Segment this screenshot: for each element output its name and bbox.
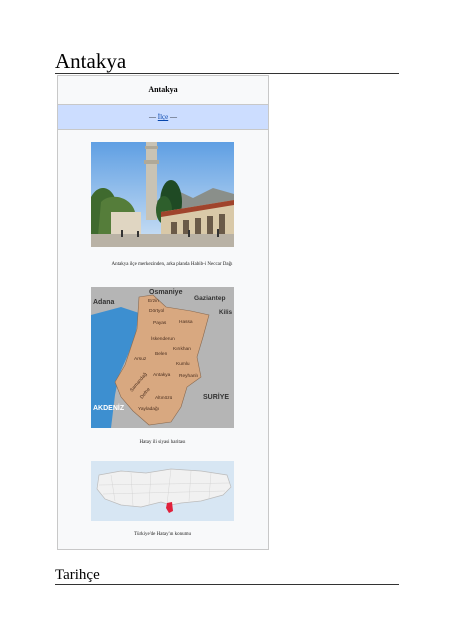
label-arsuz: Arsuz: [134, 356, 147, 362]
label-payas: Payas: [153, 320, 167, 326]
page-title: Antakya: [55, 50, 399, 74]
hatay-political-map[interactable]: Osmaniye Gaziantep Adana Kilis AKDENİZ S…: [91, 287, 234, 428]
section-heading-tarihce: Tarihçe: [55, 567, 399, 585]
political-map-caption: Hatay ili siyasi haritası: [139, 440, 186, 445]
label-suriye: SURİYE: [203, 393, 229, 401]
label-kumlu: Kumlu: [176, 361, 190, 367]
label-kilis: Kilis: [219, 309, 233, 316]
label-belen: Belen: [155, 351, 168, 357]
label-antakya: Antakya: [153, 372, 171, 378]
turkey-location-map[interactable]: [91, 461, 234, 521]
label-hassa: Hassa: [179, 319, 193, 325]
subtitle-prefix: —: [149, 113, 158, 121]
label-kirikhan: Kırıkhan: [173, 346, 191, 352]
antakya-photo[interactable]: [91, 142, 234, 247]
label-altinozu: Altınözü: [155, 395, 173, 401]
antakya-photo-graphic: [91, 142, 234, 247]
location-map-caption: Türkiye'de Hatay'ın konumu: [133, 532, 192, 537]
hatay-map-graphic: Osmaniye Gaziantep Adana Kilis AKDENİZ S…: [91, 287, 234, 428]
infobox-subtitle: — İlçe —: [58, 105, 268, 130]
label-reyhanli: Reyhanlı: [179, 373, 198, 379]
label-erzin: Erzin: [148, 298, 159, 304]
ilce-link[interactable]: İlçe: [158, 113, 169, 121]
label-osmaniye: Osmaniye: [149, 289, 183, 296]
label-gaziantep: Gaziantep: [194, 295, 226, 302]
subtitle-suffix: —: [168, 113, 177, 121]
label-adana: Adana: [93, 299, 115, 306]
infobox-title: Antakya: [58, 76, 268, 105]
label-dortyol: Dörtyol: [149, 308, 164, 314]
label-yayladagi: Yayladağı: [138, 406, 159, 412]
label-iskenderun: İskenderun: [151, 335, 175, 342]
turkey-map-graphic: [91, 461, 234, 521]
photo-caption: Antakya ilçe merkezinden, arka planda Ha…: [111, 262, 233, 267]
label-akdeniz: AKDENİZ: [93, 404, 125, 412]
